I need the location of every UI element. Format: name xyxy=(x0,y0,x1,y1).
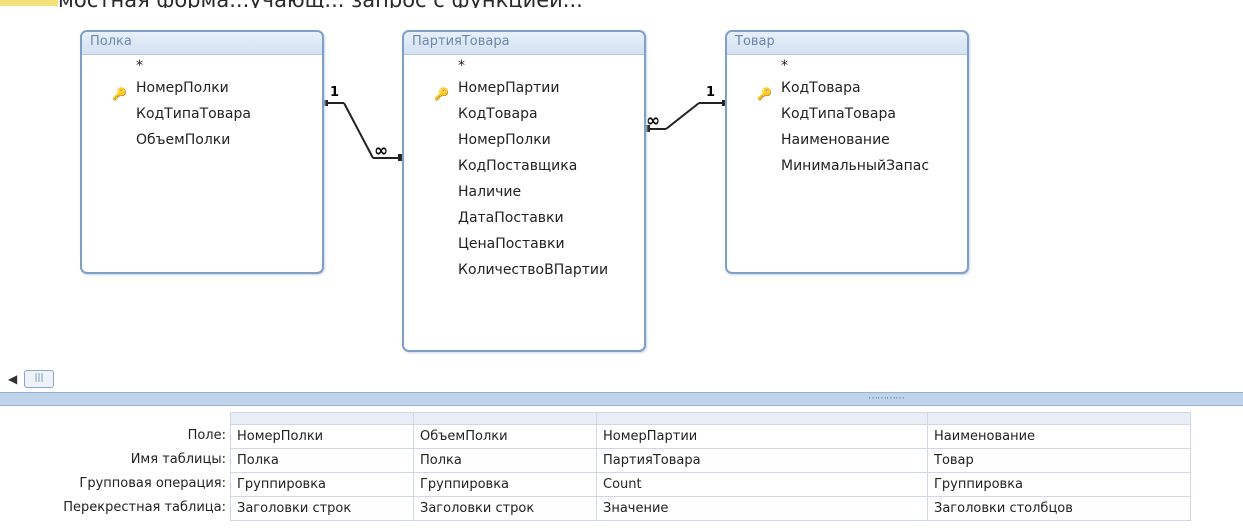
column-selector[interactable] xyxy=(927,412,1191,425)
table-title[interactable]: ПартияТовара xyxy=(404,32,644,55)
rel-many-label: ∞ xyxy=(374,141,388,161)
rel-one-label: 1 xyxy=(330,85,339,100)
grid-cell[interactable]: Count xyxy=(596,472,928,497)
row-labels: Поле: Имя таблицы: Групповая операция: П… xyxy=(0,424,232,520)
grid-cell[interactable]: Наименование xyxy=(927,424,1191,449)
scroll-left-arrow[interactable]: ◀ xyxy=(8,372,17,386)
field-item[interactable]: КодТипаТовара xyxy=(727,101,967,127)
grid-cell[interactable]: Товар xyxy=(927,448,1191,473)
field-item[interactable]: МинимальныйЗапас xyxy=(727,153,967,179)
grid-row: Заголовки строк Заголовки строк Значение… xyxy=(230,496,1191,521)
query-grid: Поле: Имя таблицы: Групповая операция: П… xyxy=(0,406,1243,530)
grid-cell[interactable]: Полка xyxy=(230,448,414,473)
field-label: КодТовара xyxy=(781,80,861,96)
highlight-mark xyxy=(0,0,58,6)
field-item[interactable]: КодТипаТовара xyxy=(82,101,322,127)
table-title[interactable]: Полка xyxy=(82,32,322,55)
grid-row: НомерПолки ОбъемПолки НомерПартии Наимен… xyxy=(230,424,1191,449)
field-item[interactable]: КодТовара xyxy=(404,101,644,127)
field-item[interactable]: Наличие xyxy=(404,179,644,205)
grid-cell[interactable]: Заголовки столбцов xyxy=(927,496,1191,521)
field-item[interactable]: КодПоставщика xyxy=(404,153,644,179)
field-item[interactable]: ЦенаПоставки xyxy=(404,231,644,257)
grid-cell[interactable]: Группировка xyxy=(413,472,597,497)
row-label: Групповая операция: xyxy=(79,476,226,491)
query-design-area: 1 ∞ ∞ 1 Полка * 🔑 НомерПолки КодТипаТовар… xyxy=(0,8,1243,368)
field-item[interactable]: НомерПолки xyxy=(404,127,644,153)
column-selector[interactable] xyxy=(596,412,928,425)
qbe-grid-table: НомерПолки ОбъемПолки НомерПартии Наимен… xyxy=(230,412,1191,521)
field-item[interactable]: 🔑 КодТовара xyxy=(727,75,967,101)
column-selector-row xyxy=(230,412,1191,425)
table-box-partiya-tovara[interactable]: ПартияТовара * 🔑 НомерПартии КодТовара Но… xyxy=(402,30,646,352)
grid-cell[interactable]: Значение xyxy=(596,496,928,521)
field-item[interactable]: ДатаПоставки xyxy=(404,205,644,231)
grid-cell[interactable]: ОбъемПолки xyxy=(413,424,597,449)
field-item[interactable]: 🔑 НомерПолки xyxy=(82,75,322,101)
table-box-tovar[interactable]: Товар * 🔑 КодТовара КодТипаТовара Наимено… xyxy=(725,30,969,274)
table-box-polka[interactable]: Полка * 🔑 НомерПолки КодТипаТовара ОбъемП… xyxy=(80,30,324,274)
grid-row: Полка Полка ПартияТовара Товар xyxy=(230,448,1191,473)
field-item[interactable]: 🔑 НомерПартии xyxy=(404,75,644,101)
horizontal-scroll-thumb[interactable]: ||| xyxy=(24,370,54,388)
grid-cell[interactable]: НомерПартии xyxy=(596,424,928,449)
grid-cell[interactable]: Группировка xyxy=(927,472,1191,497)
rel-many-label: ∞ xyxy=(646,111,660,131)
field-item[interactable]: КоличествоВПартии xyxy=(404,257,644,283)
grid-cell[interactable]: Полка xyxy=(413,448,597,473)
row-label: Поле: xyxy=(187,428,226,443)
field-item[interactable]: * xyxy=(404,59,644,75)
column-selector[interactable] xyxy=(413,412,597,425)
table-title[interactable]: Товар xyxy=(727,32,967,55)
field-item[interactable]: ОбъемПолки xyxy=(82,127,322,153)
grid-cell[interactable]: Группировка xyxy=(230,472,414,497)
row-label: Имя таблицы: xyxy=(130,452,226,467)
field-label: НомерПартии xyxy=(458,80,560,96)
field-label: НомерПолки xyxy=(136,80,229,96)
grid-cell[interactable]: Заголовки строк xyxy=(230,496,414,521)
rel-one-label: 1 xyxy=(706,85,715,100)
grid-cell[interactable]: Заголовки строк xyxy=(413,496,597,521)
grid-row: Группировка Группировка Count Группировк… xyxy=(230,472,1191,497)
row-label: Перекрестная таблица: xyxy=(63,500,226,515)
field-item[interactable]: Наименование xyxy=(727,127,967,153)
grid-cell[interactable]: НомерПолки xyxy=(230,424,414,449)
splitter-grip[interactable]: ⋯⋯⋯⋯ xyxy=(868,393,905,404)
column-selector[interactable] xyxy=(230,412,414,425)
pane-splitter[interactable]: ⋯⋯⋯⋯ xyxy=(0,392,1243,406)
field-item[interactable]: * xyxy=(727,59,967,75)
top-text-strip: мостная форма...учающ... запрос с функци… xyxy=(0,0,1243,12)
field-item[interactable]: * xyxy=(82,59,322,75)
grid-cell[interactable]: ПартияТовара xyxy=(596,448,928,473)
